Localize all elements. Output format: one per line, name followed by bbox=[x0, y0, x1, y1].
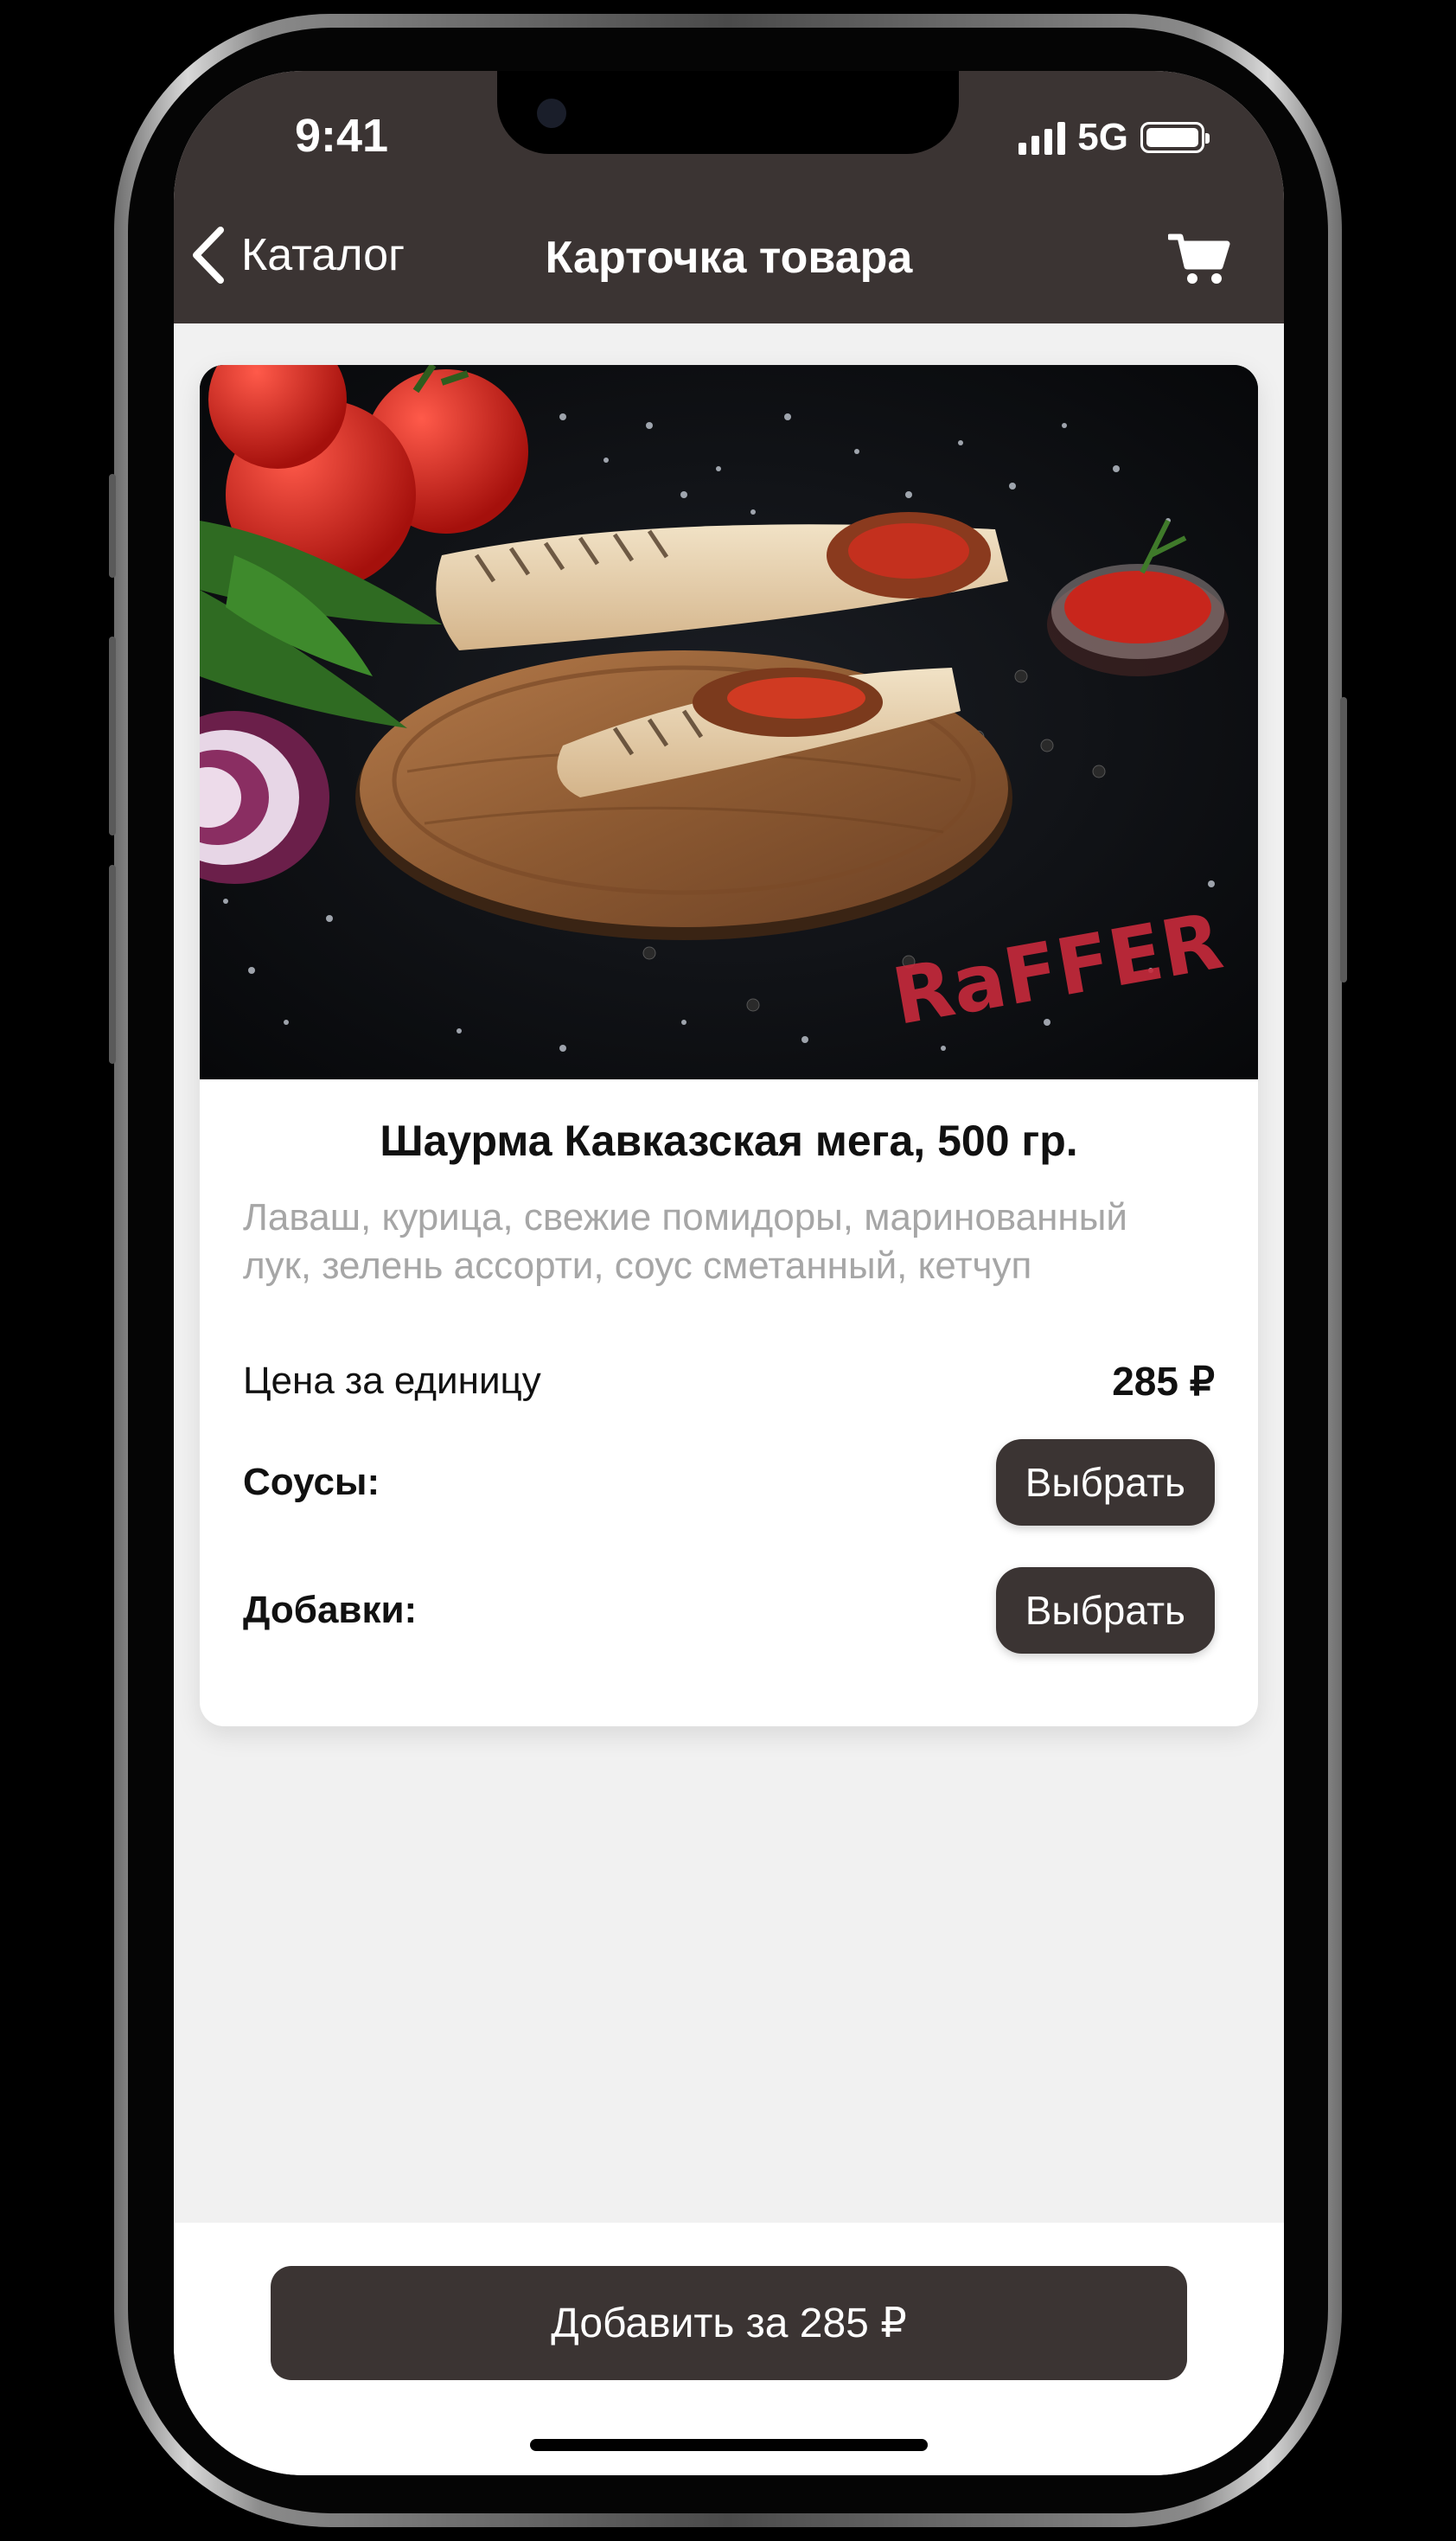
product-description: Лаваш, курица, свежие помидоры, маринова… bbox=[243, 1196, 1127, 1287]
volume-up-button bbox=[109, 637, 116, 835]
price-label: Цена за единицу bbox=[243, 1360, 541, 1402]
app-screen: 9:41 5G Каталог Карточка товара RaFFER Ш… bbox=[174, 71, 1284, 2475]
status-indicators: 5G bbox=[1019, 116, 1210, 159]
battery-icon bbox=[1140, 122, 1210, 153]
power-button bbox=[1340, 697, 1347, 982]
network-type: 5G bbox=[1077, 116, 1128, 158]
page-title: Карточка товара bbox=[545, 233, 913, 283]
home-indicator bbox=[530, 2439, 928, 2451]
cart-icon[interactable] bbox=[1166, 232, 1230, 291]
app-header: 9:41 5G Каталог Карточка товара bbox=[174, 71, 1284, 323]
front-camera bbox=[537, 99, 566, 128]
sauces-row: Соусы: Выбрать bbox=[243, 1439, 1215, 1526]
product-card: RaFFER Шаурма Кавказская мега, 500 гр. Л… bbox=[200, 365, 1258, 1726]
volume-down-button bbox=[109, 865, 116, 1064]
additions-row: Добавки: Выбрать bbox=[243, 1567, 1215, 1654]
sauces-label: Соусы: bbox=[243, 1461, 380, 1503]
choose-additions-button[interactable]: Выбрать bbox=[995, 1567, 1215, 1654]
product-photo: RaFFER bbox=[200, 365, 1258, 1079]
signal-icon bbox=[1019, 120, 1066, 155]
price-value: 285 ₽ bbox=[1112, 1359, 1215, 1404]
notch bbox=[497, 71, 959, 154]
product-title: Шаурма Кавказская мега, 500 гр. bbox=[380, 1117, 1078, 1165]
mute-switch bbox=[109, 474, 116, 578]
bottom-bar: Добавить за 285 ₽ bbox=[174, 2223, 1284, 2475]
status-time: 9:41 bbox=[295, 110, 389, 162]
add-to-cart-button[interactable]: Добавить за 285 ₽ bbox=[271, 2266, 1187, 2380]
additions-label: Добавки: bbox=[243, 1589, 418, 1631]
price-row: Цена за единицу 285 ₽ bbox=[243, 1358, 1215, 1405]
choose-sauces-button[interactable]: Выбрать bbox=[995, 1439, 1215, 1526]
